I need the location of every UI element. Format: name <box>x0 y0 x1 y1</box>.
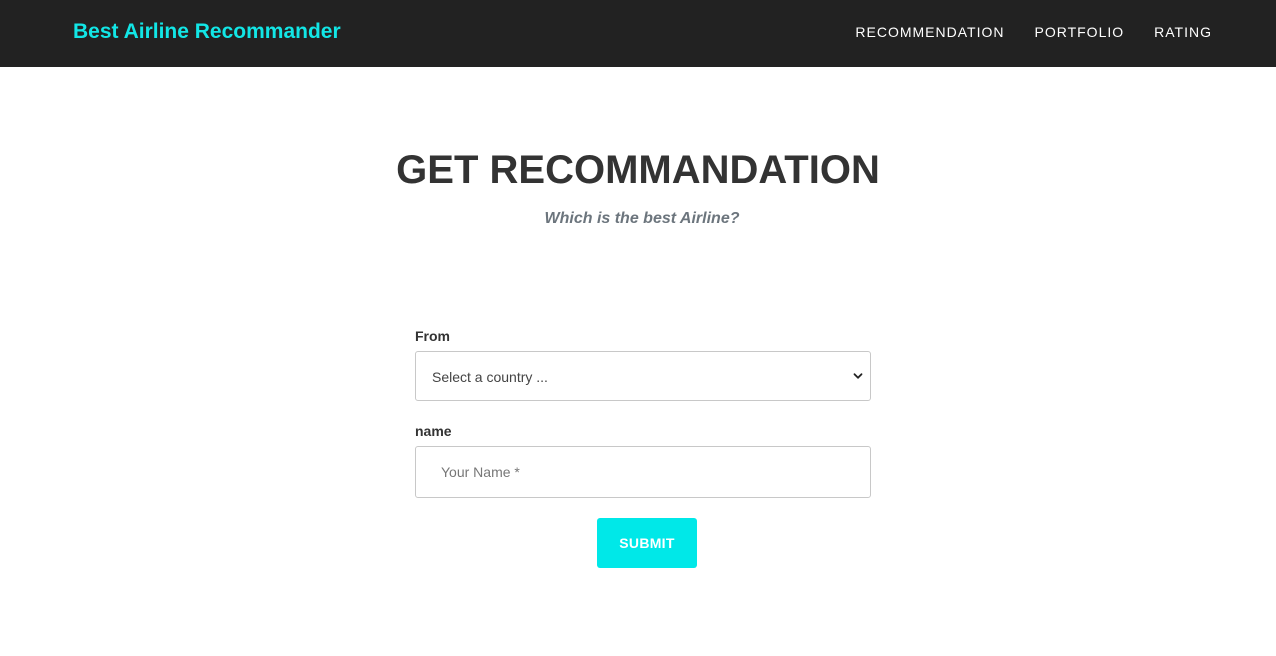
from-label: From <box>415 328 450 344</box>
nav-link-portfolio[interactable]: PORTFOLIO <box>1034 24 1124 41</box>
nav-link-recommendation[interactable]: RECOMMENDATION <box>855 24 1004 41</box>
nav-links: RECOMMENDATION PORTFOLIO RATING <box>855 24 1212 41</box>
recommendation-form: From Select a country ... name SUBMIT <box>415 326 871 568</box>
country-select[interactable]: Select a country ... <box>415 351 871 401</box>
submit-button[interactable]: SUBMIT <box>597 518 697 568</box>
navbar: Best Airline Recommander RECOMMENDATION … <box>0 0 1276 67</box>
country-select-value: Select a country ... <box>432 369 548 385</box>
section-heading: GET RECOMMANDATION <box>396 148 880 192</box>
brand-link[interactable]: Best Airline Recommander <box>73 19 341 45</box>
name-label: name <box>415 423 452 439</box>
name-input[interactable] <box>415 446 871 498</box>
nav-link-rating[interactable]: RATING <box>1154 24 1212 41</box>
chevron-down-icon <box>853 373 863 379</box>
section-subheading: Which is the best Airline? <box>544 210 740 227</box>
